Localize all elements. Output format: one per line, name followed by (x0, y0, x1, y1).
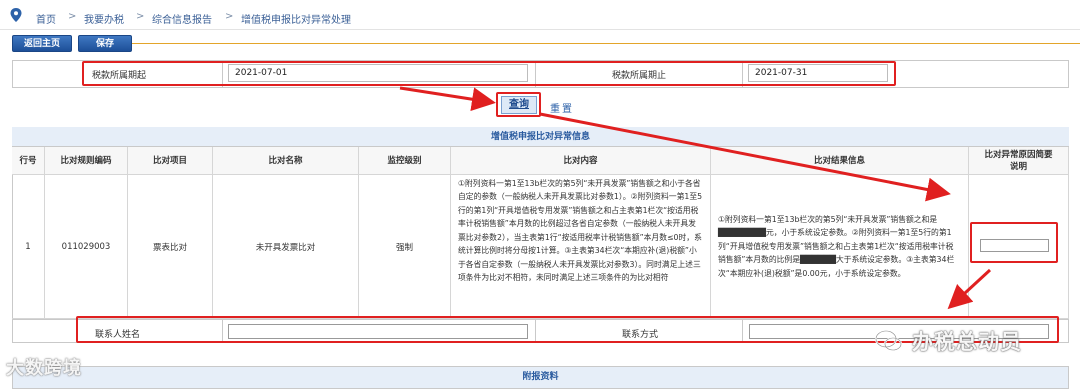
location-pin-icon (10, 8, 22, 22)
cell-level: 强制 (359, 175, 451, 319)
breadcrumb-tax[interactable]: 我要办税 (84, 11, 124, 26)
highlight-reason-box (970, 222, 1058, 263)
cell-content: ①附列资料一第1至13b栏次的第5列“未开具发票”销售额之和小于各省自定的参数（… (451, 175, 711, 319)
breadcrumb-home[interactable]: 首页 (36, 11, 56, 26)
breadcrumb-separator: > (225, 11, 234, 22)
cell-result: ①附列资料一第1至13b栏次的第5列“未开具发票”销售额之和是████████元… (711, 175, 969, 319)
breadcrumb-separator: > (136, 11, 145, 22)
table-title: 增值税申报比对异常信息 (12, 127, 1069, 147)
header-name: 比对名称 (213, 147, 359, 175)
cell-rule-code: 011029003 (45, 175, 128, 319)
cell-row-number: 1 (12, 175, 45, 319)
breadcrumb-report[interactable]: 综合信息报告 (152, 11, 212, 26)
wechat-icon (875, 330, 902, 351)
breadcrumb: 首页 > 我要办税 > 综合信息报告 > 增值税申报比对异常处理 (0, 0, 1080, 30)
header-level: 监控级别 (359, 147, 451, 175)
highlight-period-box (82, 61, 896, 86)
watermark-right: 办税总动员 (912, 330, 1022, 354)
header-result: 比对结果信息 (711, 147, 969, 175)
reset-link[interactable]: 重置 (550, 100, 574, 115)
header-rule-code: 比对规则编码 (45, 147, 128, 175)
header-content: 比对内容 (451, 147, 711, 175)
content-text: ①附列资料一第1至13b栏次的第5列“未开具发票”销售额之和小于各省自定的参数（… (458, 178, 703, 283)
back-home-button[interactable]: 返回主页 (12, 35, 72, 52)
result-text: ①附列资料一第1至13b栏次的第5列“未开具发票”销售额之和是████████元… (718, 214, 955, 278)
arrow-to-query (399, 86, 496, 112)
toolbar-divider (132, 43, 1080, 44)
breadcrumb-separator: > (68, 11, 77, 22)
header-item: 比对项目 (128, 147, 213, 175)
header-row-number: 行号 (12, 147, 45, 175)
breadcrumb-current: 增值税申报比对异常处理 (241, 15, 351, 26)
cell-item: 票表比对 (128, 175, 213, 319)
attachments-header: 附报资料 (12, 366, 1069, 389)
save-button[interactable]: 保存 (78, 35, 132, 52)
highlight-query-box (496, 92, 541, 117)
cell-name: 未开具发票比对 (213, 175, 359, 319)
watermark-left: 大数跨境 (6, 358, 82, 379)
header-reason: 比对异常原因简要说明 (969, 147, 1069, 175)
